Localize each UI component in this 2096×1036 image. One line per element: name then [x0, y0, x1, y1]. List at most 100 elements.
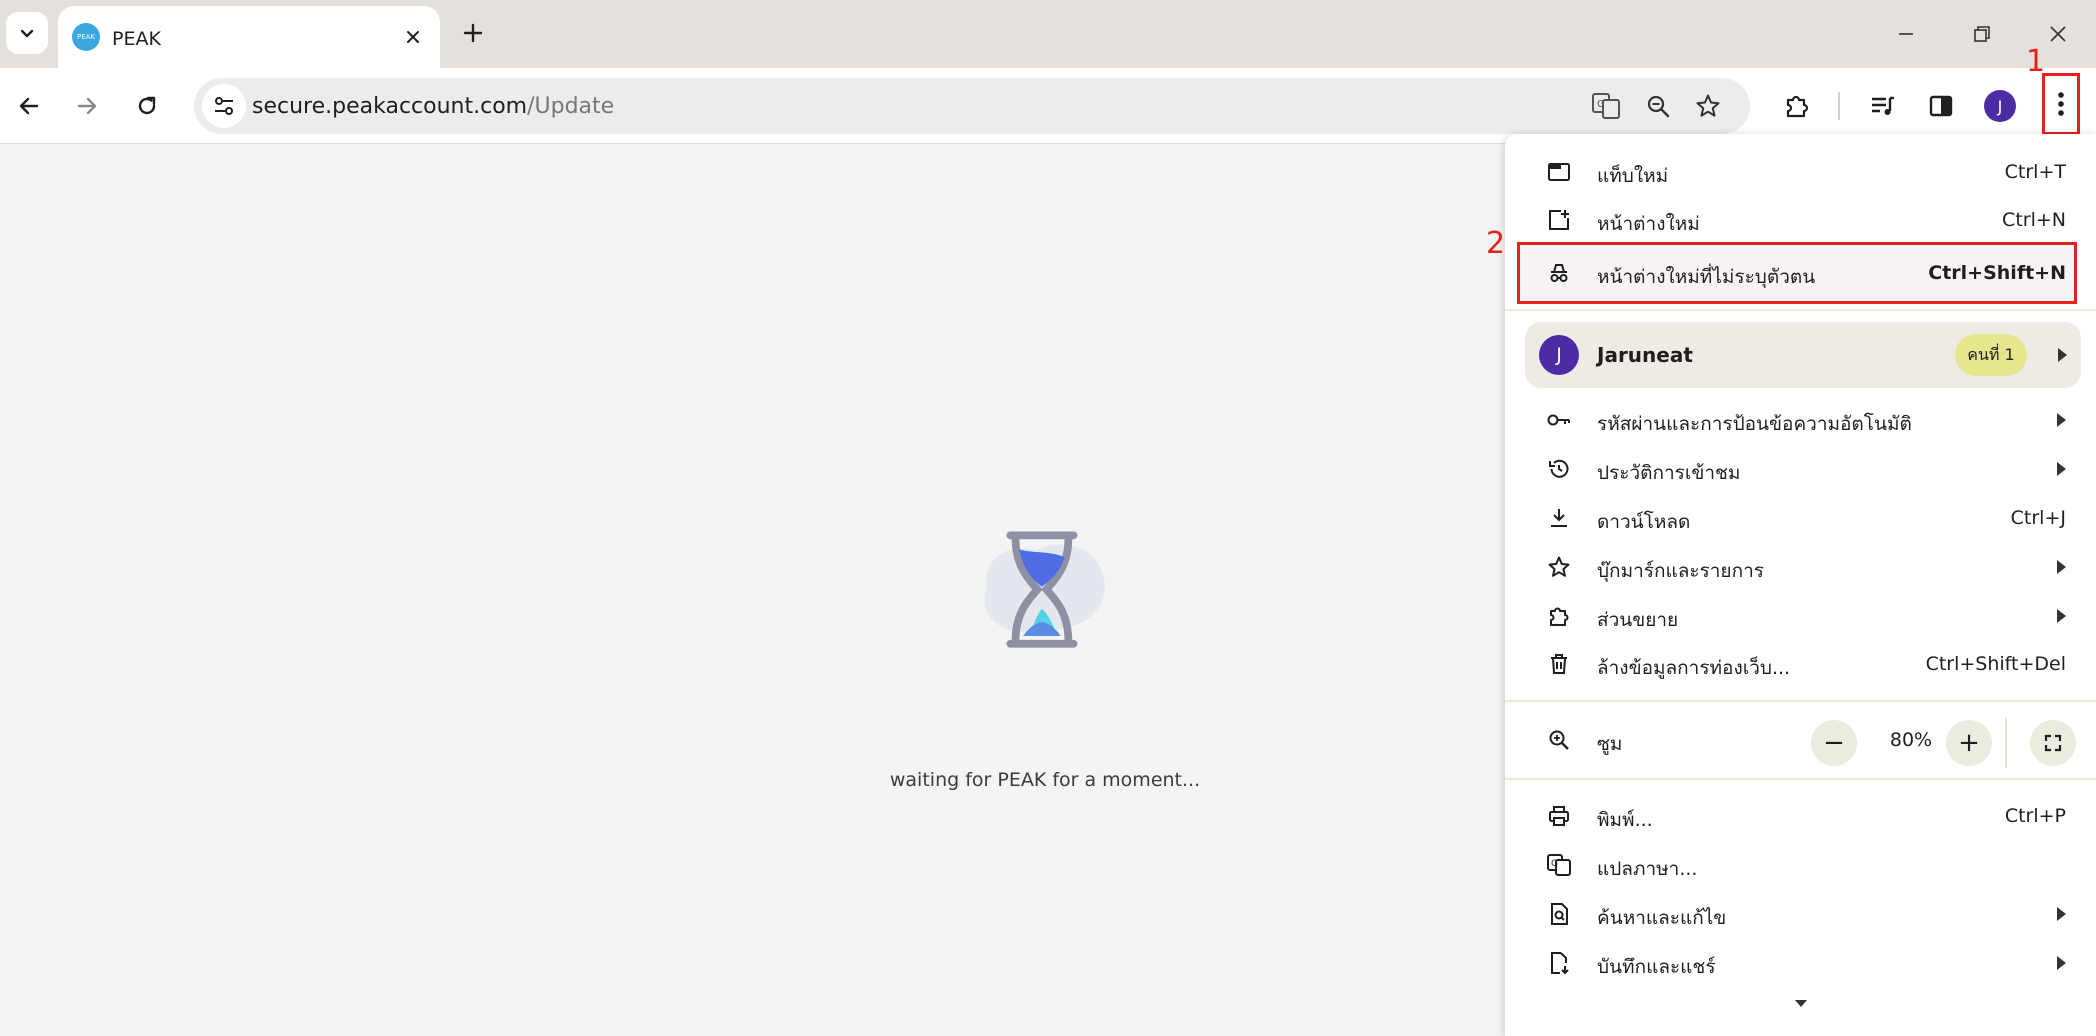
- browser-tab[interactable]: PEAK PEAK: [58, 6, 440, 68]
- close-icon: [407, 31, 419, 43]
- menu-label: หน้าต่างใหม่: [1597, 213, 1700, 235]
- site-info-button[interactable]: [202, 84, 246, 128]
- menu-item-history[interactable]: ประวัติการเข้าชม: [1505, 445, 2096, 493]
- menu-label: หน้าต่างใหม่ที่ไม่ระบุตัวตน: [1597, 266, 1816, 288]
- new-tab-icon: [1548, 163, 1570, 181]
- submenu-arrow-icon: [2057, 956, 2066, 970]
- star-icon: [1696, 94, 1720, 117]
- profile-avatar-button[interactable]: J: [1984, 90, 2016, 122]
- translate-page-button[interactable]: G: [1586, 86, 1626, 126]
- url-host: secure.peakaccount.com: [252, 94, 528, 119]
- annotation-step-2: 2: [1486, 226, 1506, 261]
- reload-button[interactable]: [126, 85, 168, 127]
- menu-label: แท็บใหม่: [1597, 165, 1669, 187]
- menu-label: ค้นหาและแก้ไข: [1597, 907, 1727, 929]
- menu-zoom-row: ซูม − 80% +: [1505, 708, 2096, 772]
- svg-text:G: G: [1597, 99, 1605, 110]
- new-tab-button[interactable]: [456, 16, 490, 50]
- menu-item-save-share[interactable]: บันทึกและแชร์: [1505, 939, 2096, 987]
- history-icon: [1549, 459, 1569, 478]
- menu-item-find-edit[interactable]: ค้นหาและแก้ไข: [1505, 890, 2096, 938]
- peak-favicon-icon: PEAK: [72, 23, 100, 51]
- arrow-right-icon: [77, 97, 97, 115]
- menu-label: ล้างข้อมูลการท่องเว็บ...: [1597, 657, 1791, 679]
- menu-shortcut: Ctrl+Shift+N: [1928, 262, 2066, 284]
- incognito-icon: [1550, 264, 1568, 282]
- forward-button[interactable]: [66, 85, 108, 127]
- submenu-arrow-icon: [2057, 609, 2066, 623]
- back-button[interactable]: [8, 85, 50, 127]
- tune-icon: [215, 97, 233, 115]
- restore-button[interactable]: [1960, 14, 2004, 54]
- reload-icon: [138, 96, 156, 115]
- tab-strip: PEAK PEAK: [0, 0, 2096, 68]
- submenu-arrow-icon: [2057, 462, 2066, 476]
- menu-shortcut: Ctrl+P: [2004, 805, 2066, 827]
- plus-icon: [463, 23, 483, 43]
- zoom-out-button[interactable]: −: [1811, 720, 1857, 766]
- url-text[interactable]: secure.peakaccount.com/Update: [252, 94, 614, 119]
- chrome-app-menu: แท็บใหม่ Ctrl+T หน้าต่างใหม่ Ctrl+N หน้า…: [1505, 134, 2096, 1036]
- submenu-arrow-icon: [2057, 413, 2066, 427]
- toolbar-separator: [1838, 92, 1840, 120]
- menu-profile-row[interactable]: J Jaruneat คนที่ 1: [1525, 322, 2081, 388]
- menu-shortcut: Ctrl+J: [2010, 507, 2066, 529]
- minimize-button[interactable]: [1884, 14, 1928, 54]
- bookmark-star-button[interactable]: [1688, 86, 1728, 126]
- find-in-page-icon: [1551, 903, 1568, 925]
- menu-item-new-incognito-window[interactable]: หน้าต่างใหม่ที่ไม่ระบุตัวตน Ctrl+Shift+N: [1505, 249, 2096, 297]
- menu-label: ส่วนขยาย: [1597, 609, 1679, 631]
- menu-item-new-window[interactable]: หน้าต่างใหม่ Ctrl+N: [1505, 196, 2096, 244]
- star-icon: [1548, 556, 1570, 577]
- save-share-icon: [1551, 952, 1569, 975]
- address-bar[interactable]: secure.peakaccount.com/Update G: [194, 78, 1750, 134]
- menu-label: บุ๊กมาร์กและรายการ: [1597, 560, 1764, 582]
- chrome-menu-button[interactable]: [2042, 73, 2080, 135]
- loading-message: waiting for PEAK for a moment...: [889, 769, 1201, 791]
- zoom-value: 80%: [1889, 729, 1933, 751]
- trash-icon: [1551, 654, 1567, 674]
- menu-item-passwords[interactable]: รหัสผ่านและการป้อนข้อความอัตโนมัติ: [1505, 396, 2096, 444]
- menu-item-downloads[interactable]: ดาวน์โหลด Ctrl+J: [1505, 494, 2096, 542]
- browser-toolbar: secure.peakaccount.com/Update G J: [0, 68, 2096, 144]
- menu-item-print[interactable]: พิมพ์... Ctrl+P: [1505, 792, 2096, 840]
- zoom-indicator-button[interactable]: [1638, 86, 1678, 126]
- translate-icon: G: [1547, 854, 1571, 876]
- menu-item-new-tab[interactable]: แท็บใหม่ Ctrl+T: [1505, 148, 2096, 196]
- fullscreen-icon: [2044, 734, 2062, 752]
- menu-label: ดาวน์โหลด: [1597, 511, 1691, 533]
- menu-label: รหัสผ่านและการป้อนข้อความอัตโนมัติ: [1597, 413, 1912, 435]
- menu-label: ประวัติการเข้าชม: [1597, 462, 1741, 484]
- scroll-down-arrow-icon[interactable]: [1795, 1000, 1807, 1007]
- zoom-out-icon: [1647, 95, 1670, 118]
- tab-search-button[interactable]: [6, 12, 48, 54]
- download-icon: [1551, 509, 1567, 527]
- minimize-icon: [1899, 33, 1913, 35]
- annotation-step-1: 1: [2026, 44, 2046, 79]
- profile-avatar: J: [1539, 335, 1579, 375]
- chevron-down-icon: [20, 29, 34, 38]
- menu-divider: [1505, 309, 2096, 311]
- menu-label: พิมพ์...: [1597, 809, 1653, 831]
- zoom-in-button[interactable]: +: [1946, 720, 1992, 766]
- submenu-arrow-icon: [2058, 348, 2067, 362]
- side-panel-icon: [1929, 95, 1953, 117]
- svg-text:G: G: [1551, 859, 1558, 869]
- queue-music-icon: [1872, 96, 1894, 115]
- zoom-icon: [1549, 730, 1569, 750]
- menu-item-extensions[interactable]: ส่วนขยาย: [1505, 592, 2096, 640]
- tab-close-button[interactable]: [400, 24, 426, 50]
- submenu-arrow-icon: [2057, 560, 2066, 574]
- fullscreen-button[interactable]: [2030, 720, 2076, 766]
- media-controls-button[interactable]: [1862, 85, 1904, 127]
- tab-title: PEAK: [112, 28, 161, 50]
- printer-icon: [1549, 806, 1569, 826]
- menu-item-bookmarks[interactable]: บุ๊กมาร์กและรายการ: [1505, 543, 2096, 591]
- menu-item-clear-browsing-data[interactable]: ล้างข้อมูลการท่องเว็บ... Ctrl+Shift+Del: [1505, 640, 2096, 688]
- more-vert-icon: [2058, 92, 2064, 116]
- side-panel-button[interactable]: [1920, 85, 1962, 127]
- menu-shortcut: Ctrl+T: [2004, 161, 2066, 183]
- menu-item-translate[interactable]: G แปลภาษา...: [1505, 841, 2096, 889]
- extensions-button[interactable]: [1776, 85, 1818, 127]
- new-window-icon: [1549, 210, 1569, 230]
